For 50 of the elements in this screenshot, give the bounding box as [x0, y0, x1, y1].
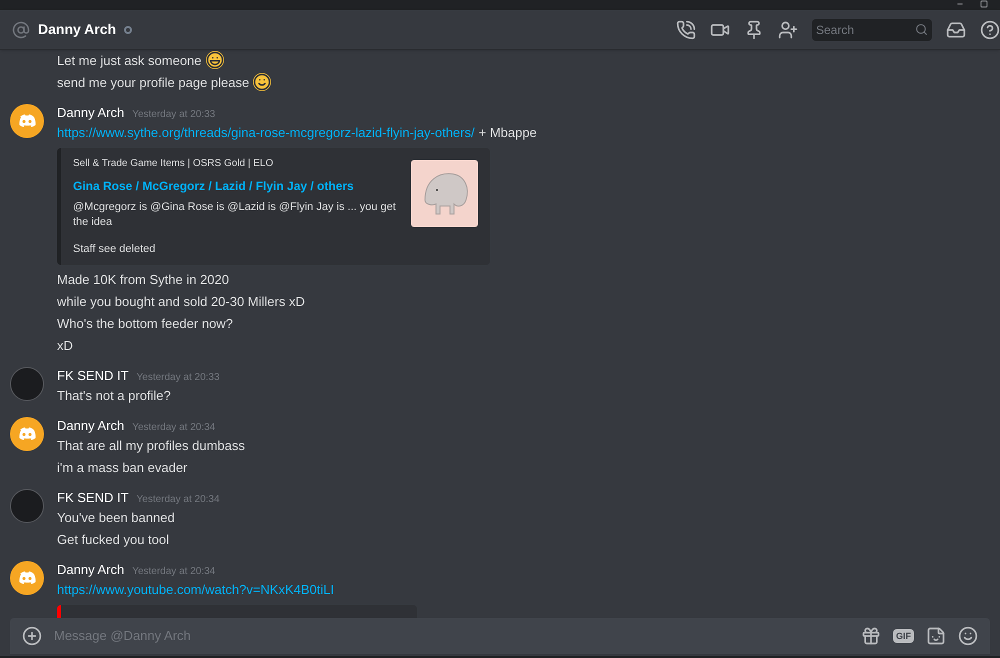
message-link[interactable]: https://www.sythe.org/threads/gina-rose-mcgregorz-lazid-flyin-jay-others/: [57, 122, 475, 144]
author-name[interactable]: FK SEND IT: [57, 489, 129, 507]
message-link[interactable]: https://www.youtube.com/watch?v=NKxK4B0tiLI: [57, 579, 334, 601]
message-text: That's not a profile?: [57, 388, 171, 403]
embed-description: @Mcgregorz is @Gina Rose is @Lazid is @Flyin Jay is ... you get the idea: [73, 200, 397, 230]
message-text: i'm a mass ban evader: [57, 460, 188, 475]
emoji-icon[interactable]: [958, 626, 978, 646]
help-icon[interactable]: [980, 20, 1000, 40]
message-text: xD: [57, 338, 73, 353]
avatar-picture: [10, 367, 44, 401]
embed-provider: Sell & Trade Game Items | OSRS Gold | ELO: [73, 157, 274, 171]
message-timestamp: Yesterday at 20:34: [132, 421, 216, 435]
add-attachment-icon[interactable]: [22, 626, 42, 646]
gift-icon[interactable]: [861, 626, 881, 646]
add-user-icon[interactable]: [778, 20, 798, 40]
message-text: Let me just ask someone: [57, 53, 202, 68]
author-name[interactable]: Danny Arch: [57, 561, 124, 579]
channel-title: Danny Arch: [38, 20, 116, 39]
avatar-icon: [10, 561, 44, 595]
message-text: That are all my profiles dumbass: [57, 438, 245, 453]
author-name[interactable]: FK SEND IT: [57, 367, 129, 385]
author-name[interactable]: Danny Arch: [57, 417, 124, 435]
message-text: while you bought and sold 20-30 Millers xD: [57, 294, 305, 309]
embed-title[interactable]: Gina Rose / McGregorz / Lazid / Flyin Jay / others: [73, 176, 399, 196]
maximize-icon[interactable]: [980, 0, 988, 8]
search-icon: [915, 23, 928, 36]
gif-button[interactable]: GIF: [893, 629, 914, 643]
message-text: send me your profile page please: [57, 75, 250, 90]
message-text: Who's the bottom feeder now?: [57, 316, 233, 331]
author-name[interactable]: Danny Arch: [57, 104, 124, 122]
message-timestamp: Yesterday at 20:34: [132, 565, 216, 579]
message-text: + Mbappe: [478, 124, 537, 142]
search-field[interactable]: Search: [812, 18, 932, 40]
message-text: Made 10K from Sythe in 2020: [57, 272, 229, 287]
message-timestamp: Yesterday at 20:33: [136, 371, 220, 385]
phone-call-icon[interactable]: [676, 20, 696, 40]
at-sign-icon: [12, 20, 30, 38]
message-text: You've been banned: [57, 510, 175, 525]
elephant-thumbnail: [411, 160, 478, 227]
message-timestamp: Yesterday at 20:33: [132, 108, 216, 122]
avatar-icon: [10, 417, 44, 451]
message-text: Get fucked you tool: [57, 532, 170, 547]
inbox-icon[interactable]: [946, 20, 966, 40]
embed-description: Staff see deleted: [73, 242, 156, 257]
avatar-picture: [10, 489, 44, 523]
message-timestamp: Yesterday at 20:34: [136, 493, 220, 507]
smile-emoji-icon: [253, 73, 272, 91]
sticker-icon[interactable]: [926, 626, 946, 646]
avatar-icon: [10, 104, 44, 138]
search-input[interactable]: Search: [816, 20, 915, 38]
